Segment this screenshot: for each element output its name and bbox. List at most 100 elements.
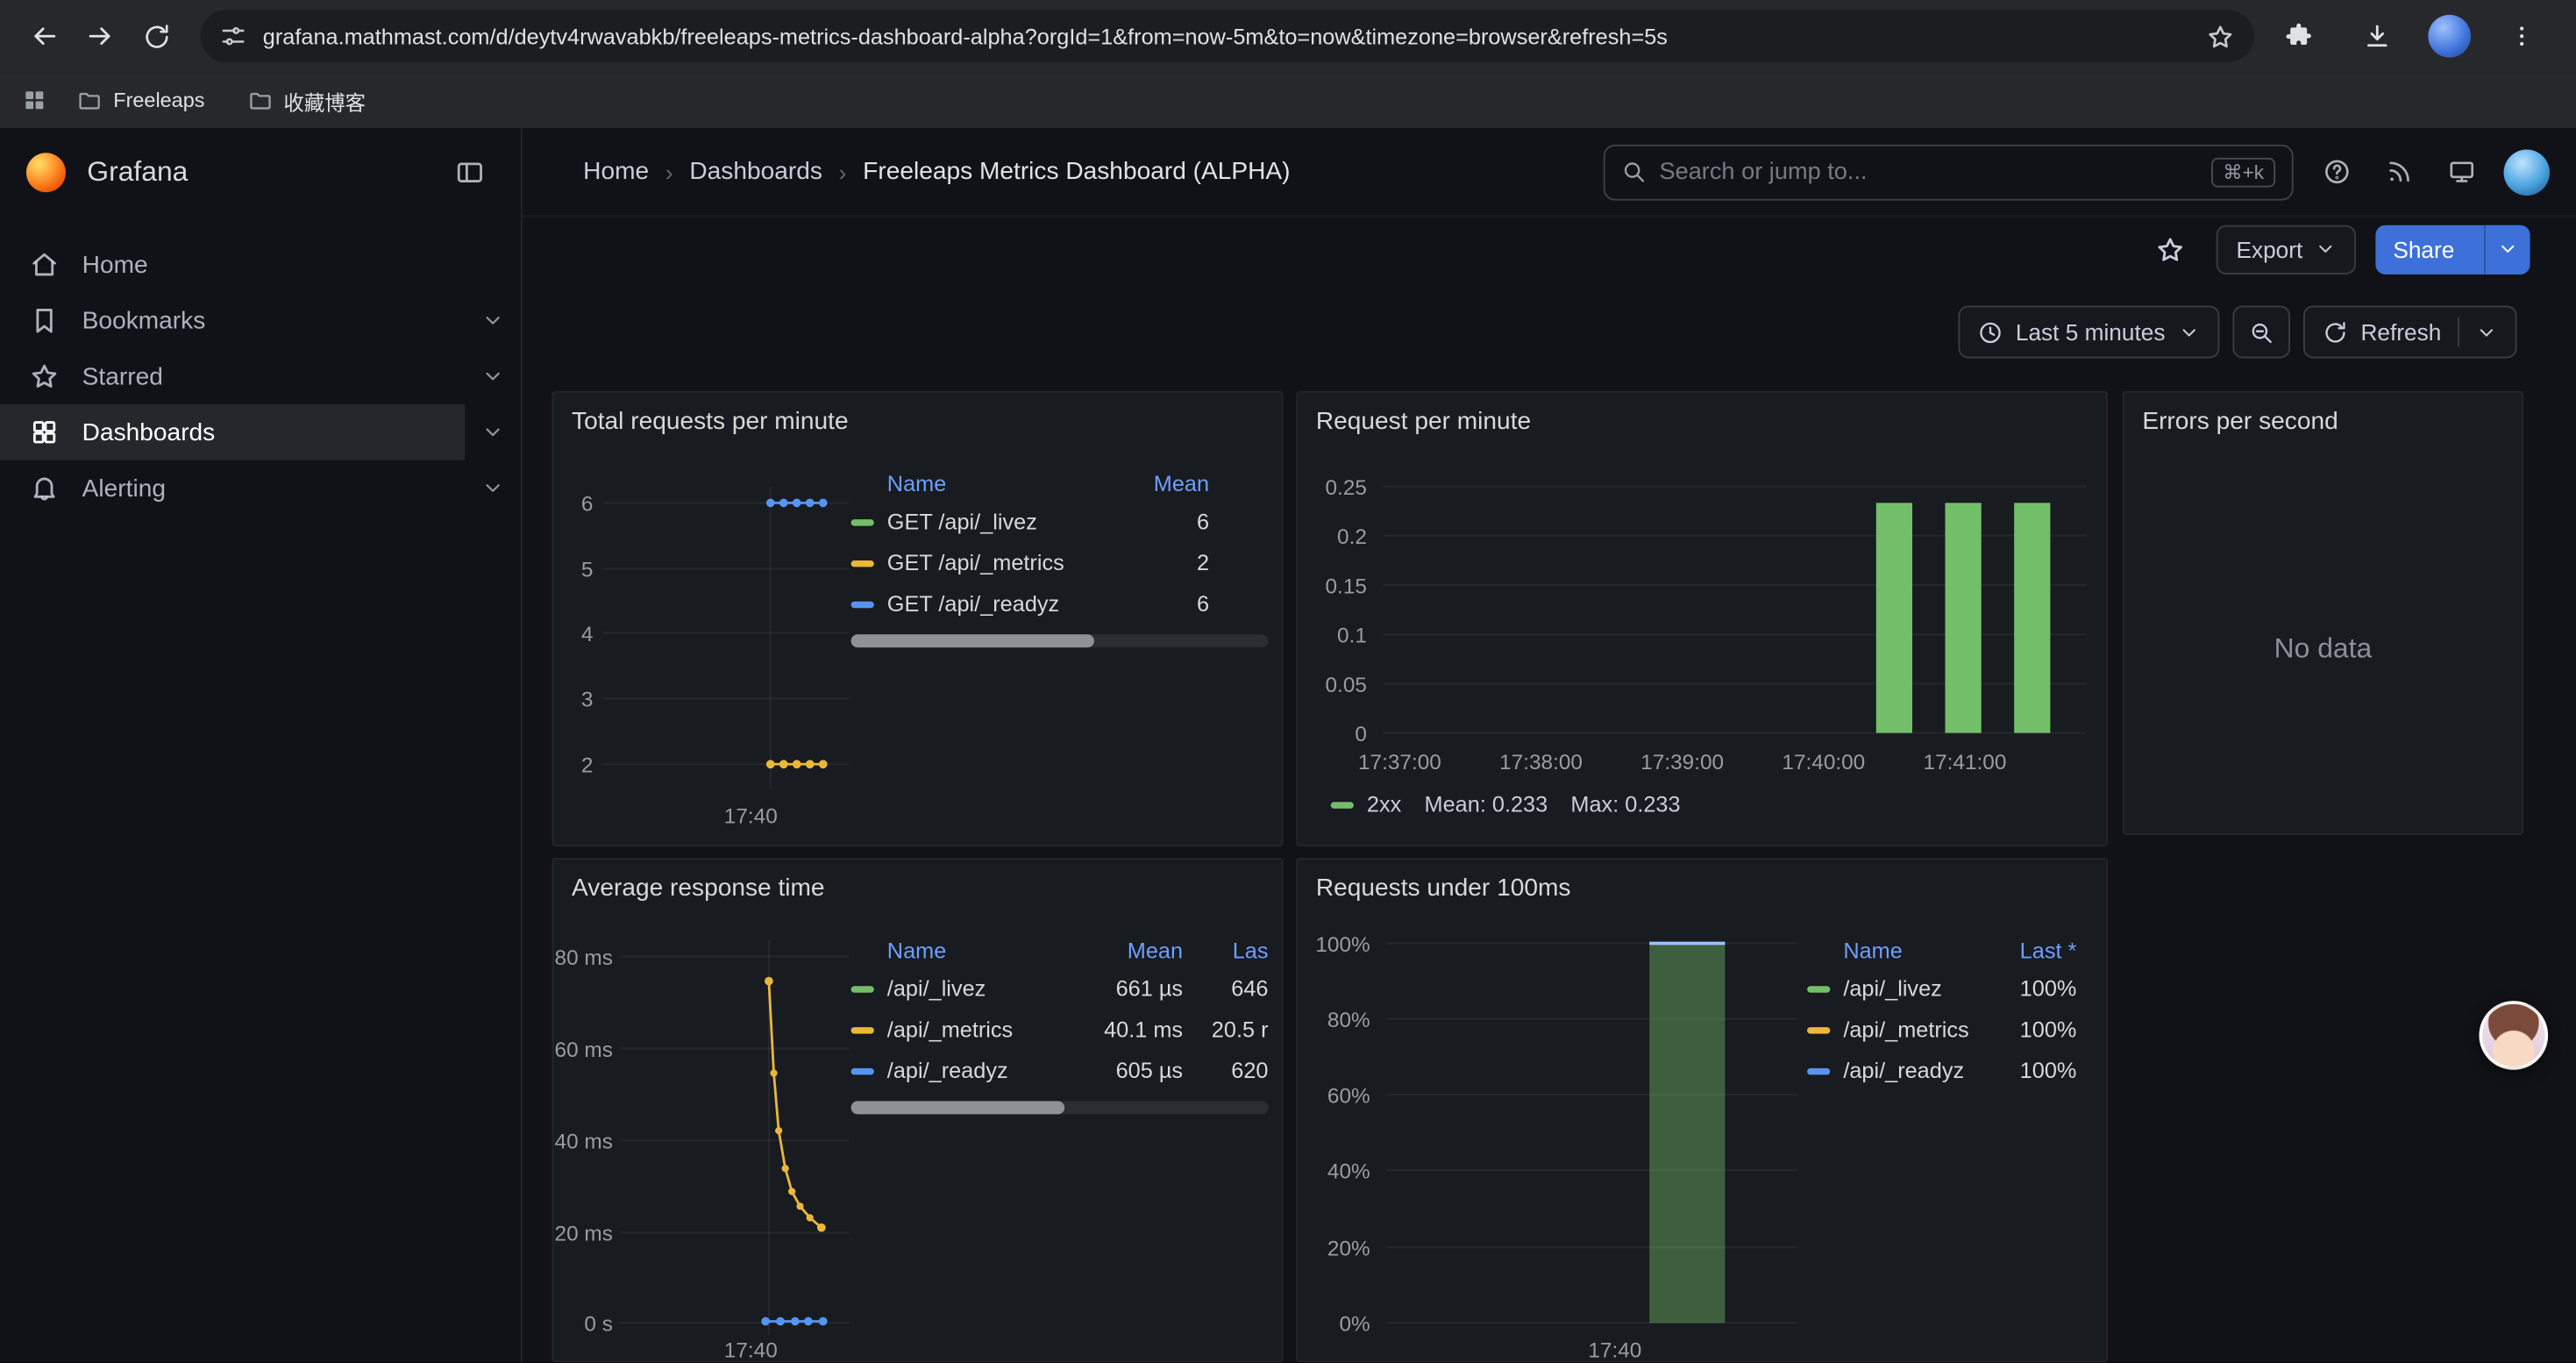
legend-col-mean[interactable]: Mean	[1114, 471, 1209, 496]
forward-button[interactable]	[72, 8, 128, 64]
back-button[interactable]	[17, 8, 73, 64]
assistant-avatar-button[interactable]	[2479, 1001, 2548, 1070]
apps-grid-icon[interactable]	[21, 87, 47, 113]
panel-title[interactable]: Requests under 100ms	[1316, 874, 1571, 903]
zoom-out-icon	[2249, 319, 2274, 344]
panel-title[interactable]: Total requests per minute	[572, 408, 849, 436]
bookmark-folder-blogs[interactable]: 收藏博客	[234, 78, 379, 123]
dashboards-grid-icon	[30, 417, 60, 447]
panel-title[interactable]: Request per minute	[1316, 408, 1531, 436]
chevron-down-icon[interactable]	[465, 404, 521, 460]
site-settings-icon[interactable]	[220, 23, 246, 49]
chevron-down-icon[interactable]	[465, 460, 521, 517]
sidebar-item-label: Dashboards	[82, 418, 216, 446]
legend-row[interactable]: /api/_metrics 40.1 ms 20.5 r	[851, 1009, 1269, 1050]
y-tick: 3	[560, 687, 593, 711]
legend-row[interactable]: GET /api/_livez 6	[851, 501, 1269, 542]
browser-profile-avatar[interactable]	[2428, 15, 2471, 58]
scrollbar-thumb[interactable]	[851, 1101, 1065, 1114]
panel-title[interactable]: Errors per second	[2142, 408, 2338, 436]
search-box[interactable]: ⌘+k	[1604, 144, 2294, 200]
breadcrumb-home[interactable]: Home	[583, 158, 649, 186]
search-input[interactable]	[1659, 159, 2198, 185]
favorite-star-button[interactable]	[2145, 223, 2197, 275]
sidebar-item-label: Alerting	[82, 475, 166, 503]
url-text[interactable]: grafana.mathmast.com/d/deytv4rwavabkb/fr…	[263, 24, 2190, 48]
address-bar[interactable]: grafana.mathmast.com/d/deytv4rwavabkb/fr…	[201, 10, 2254, 62]
download-icon	[2362, 21, 2392, 51]
legend-col-name[interactable]: Name	[887, 938, 1085, 962]
browser-menu-button[interactable]	[2494, 8, 2550, 64]
time-range-label: Last 5 minutes	[2016, 319, 2166, 346]
export-button[interactable]: Export	[2217, 225, 2355, 274]
bookmark-folder-freeleaps[interactable]: Freeleaps	[64, 82, 217, 119]
news-rss-button[interactable]	[2373, 146, 2425, 198]
series-mean: 661 µs	[1085, 976, 1183, 1001]
legend-row[interactable]: /api/_metrics 100%	[1807, 1009, 2076, 1050]
brand-row: Grafana	[0, 128, 521, 217]
chevron-down-icon	[2314, 239, 2335, 260]
legend-row[interactable]: GET /api/_readyz 6	[851, 583, 1269, 624]
y-tick: 4	[560, 621, 593, 646]
bookmark-star-icon[interactable]	[2206, 22, 2234, 50]
panel-errors-per-second[interactable]: Errors per second No data	[2123, 391, 2523, 835]
y-tick: 100%	[1305, 931, 1370, 956]
legend-col-last[interactable]: Las	[1183, 938, 1268, 962]
series-last: 100%	[1991, 1017, 2076, 1042]
dashboard-toolbar: Export Share	[523, 217, 2576, 281]
breadcrumb-dashboards[interactable]: Dashboards	[689, 158, 822, 186]
panel-title[interactable]: Average response time	[572, 874, 825, 903]
series-name: GET /api/_readyz	[887, 592, 1114, 617]
legend-col-last[interactable]: Last *	[1991, 938, 2076, 962]
legend-col-mean[interactable]: Mean	[1085, 938, 1183, 962]
legend-row[interactable]: GET /api/_metrics 2	[851, 542, 1269, 583]
legend-col-name[interactable]: Name	[887, 471, 1114, 496]
panel-requests-under-100ms[interactable]: Requests under 100ms 100% 80% 60% 40% 20…	[1296, 858, 2108, 1362]
grafana-logo-icon[interactable]	[26, 153, 66, 192]
legend-scrollbar	[851, 1101, 1269, 1114]
browser-toolbar: grafana.mathmast.com/d/deytv4rwavabkb/fr…	[0, 0, 2576, 72]
legend-row[interactable]: /api/_readyz 605 µs 620	[851, 1050, 1269, 1091]
sidebar-item-starred[interactable]: Starred	[0, 348, 521, 404]
legend-row[interactable]: /api/_livez 661 µs 646	[851, 968, 1269, 1010]
monitor-button[interactable]	[2435, 146, 2487, 198]
refresh-button[interactable]: Refresh	[2303, 306, 2517, 359]
sidebar-collapse-button[interactable]	[445, 148, 495, 197]
y-tick: 0.1	[1307, 623, 1366, 647]
help-button[interactable]	[2309, 146, 2362, 198]
series-last: 646	[1183, 976, 1268, 1001]
legend-item[interactable]: 2xx	[1331, 792, 1402, 817]
line-chart-canvas	[600, 483, 850, 799]
panel-average-response-time[interactable]: Average response time 80 ms 60 ms 40 ms …	[552, 858, 1284, 1362]
legend-row[interactable]: /api/_readyz 100%	[1807, 1050, 2076, 1091]
y-tick: 60%	[1305, 1083, 1370, 1108]
share-menu-chevron[interactable]	[2484, 225, 2530, 274]
share-button[interactable]: Share	[2375, 225, 2530, 274]
legend-col-name[interactable]: Name	[1843, 938, 1991, 962]
sidebar-item-alerting[interactable]: Alerting	[0, 460, 521, 517]
legend-row[interactable]: /api/_livez 100%	[1807, 968, 2076, 1010]
series-name: GET /api/_livez	[887, 510, 1114, 534]
sidebar-nav: Home Bookmarks Starred	[0, 217, 521, 516]
series-color-dash	[851, 985, 874, 991]
panel-legend: Name Mean GET /api/_livez 6 GET /api/_me…	[851, 465, 1269, 647]
panel-total-requests[interactable]: Total requests per minute 6 5 4 3 2 17:4…	[552, 391, 1284, 846]
zoom-out-button[interactable]	[2232, 306, 2290, 359]
series-last: 100%	[1991, 1059, 2076, 1083]
extensions-button[interactable]	[2270, 8, 2326, 64]
reload-button[interactable]	[128, 8, 184, 64]
scrollbar-thumb[interactable]	[851, 634, 1094, 647]
sidebar-item-home[interactable]: Home	[0, 237, 521, 293]
user-avatar[interactable]	[2504, 149, 2550, 195]
series-name: /api/_livez	[887, 976, 1085, 1001]
time-range-picker[interactable]: Last 5 minutes	[1958, 306, 2219, 359]
sidebar-item-bookmarks[interactable]: Bookmarks	[0, 293, 521, 349]
refresh-interval-chevron[interactable]	[2476, 321, 2497, 342]
panel-request-per-minute[interactable]: Request per minute 0.25 0.2 0.15 0.1 0.0…	[1296, 391, 2108, 846]
sidebar-item-dashboards[interactable]: Dashboards	[0, 404, 521, 460]
downloads-button[interactable]	[2349, 8, 2405, 64]
chevron-down-icon[interactable]	[465, 348, 521, 404]
chevron-down-icon[interactable]	[465, 293, 521, 349]
bookmarks-bar: Freeleaps 收藏博客	[0, 72, 2576, 128]
brand-name: Grafana	[87, 156, 188, 189]
